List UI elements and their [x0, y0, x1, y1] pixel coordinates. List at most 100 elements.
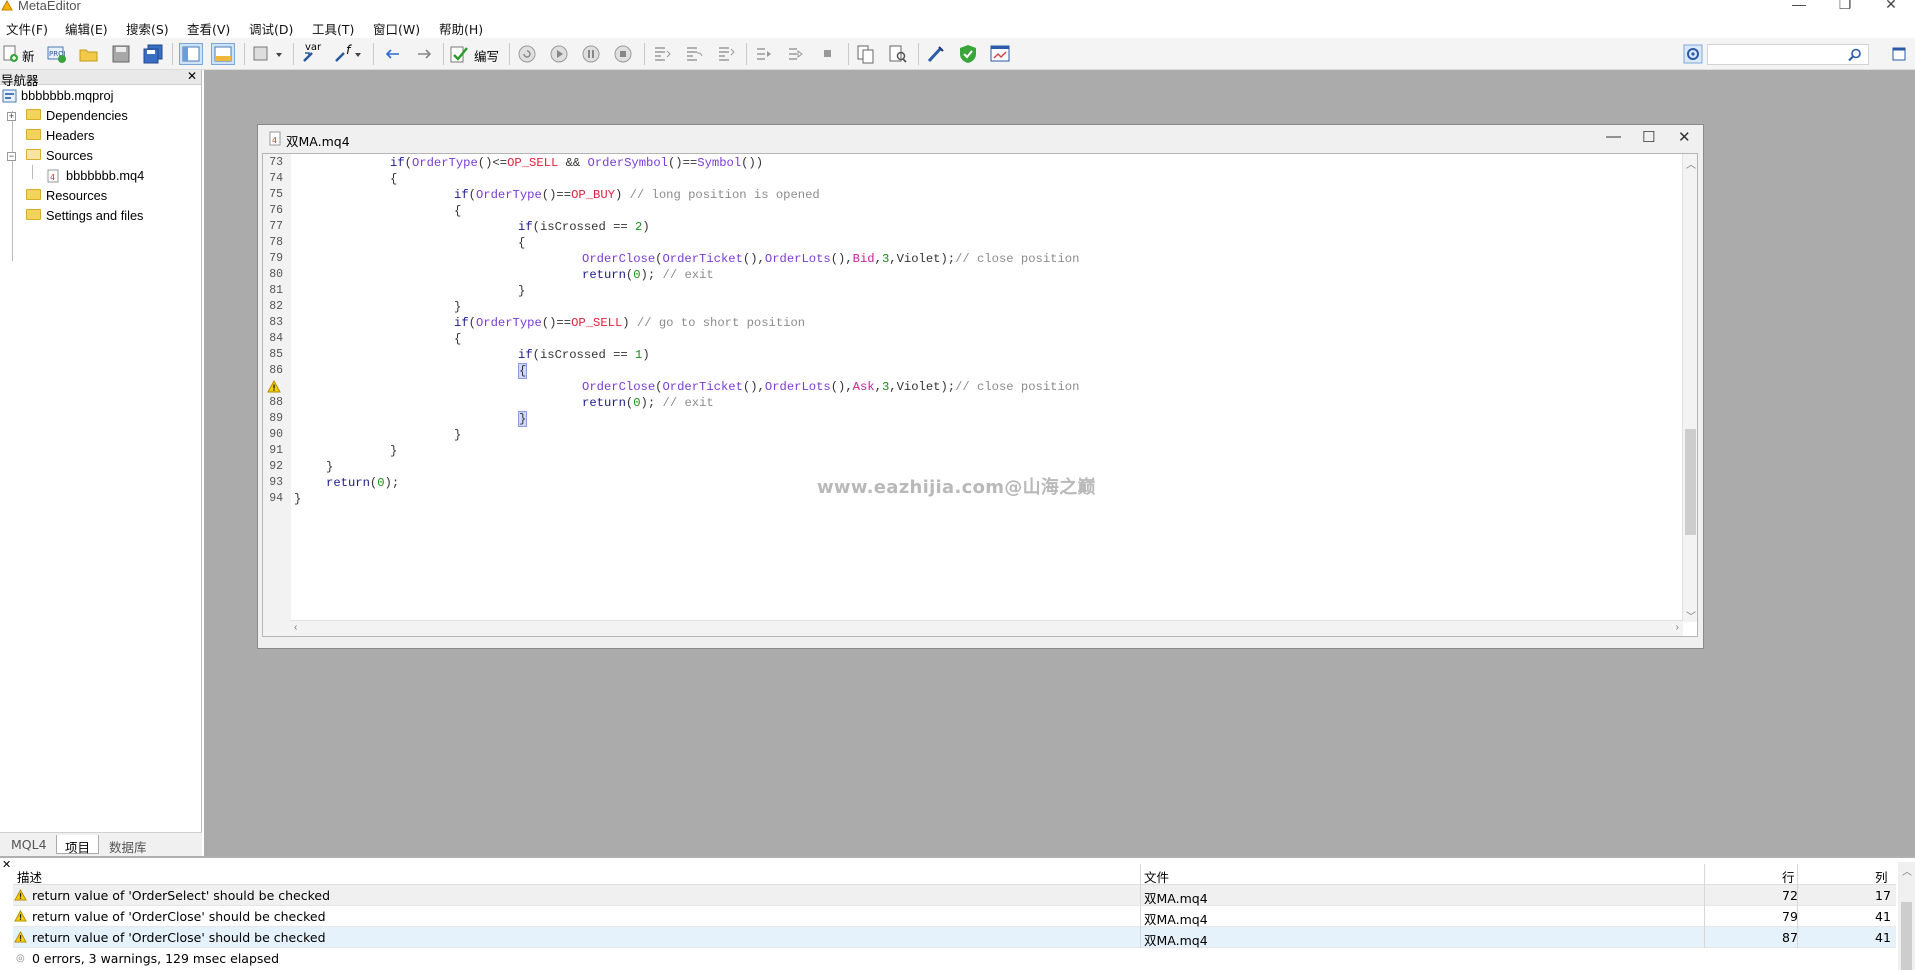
tree-item-settings[interactable]: Settings and files	[26, 207, 143, 225]
toolbar-separator	[373, 43, 374, 65]
line-number-gutter: 73 74 75 76 77 78 79 80 81 82 83 84 85 8…	[263, 154, 291, 636]
tree-item-dependencies[interactable]: Dependencies	[26, 107, 128, 125]
code-editor[interactable]: 73 74 75 76 77 78 79 80 81 82 83 84 85 8…	[262, 153, 1698, 637]
column-header-column[interactable]: 列	[1875, 867, 1888, 886]
menu-edit[interactable]: 编辑(E)	[65, 19, 108, 38]
menu-help[interactable]: 帮助(H)	[439, 19, 483, 38]
code-line: if(isCrossed == 1)	[518, 348, 650, 362]
scrollbar-thumb[interactable]	[1901, 902, 1912, 970]
market-button[interactable]	[957, 43, 979, 65]
save-all-icon	[143, 44, 163, 64]
compile-button-label[interactable]: 编写	[474, 46, 499, 65]
editor-vertical-scrollbar[interactable]: ︿ ﹀	[1682, 154, 1697, 623]
close-window-button[interactable]: ✕	[1868, 0, 1914, 12]
editor-horizontal-scrollbar[interactable]: ‹ ›	[291, 620, 1683, 636]
close-icon[interactable]: ✕	[2, 858, 11, 871]
step-into-button[interactable]	[651, 43, 673, 65]
table-row[interactable]: return value of 'OrderSelect' should be …	[13, 885, 1896, 906]
column-divider[interactable]	[1704, 864, 1705, 885]
tree-item-resources[interactable]: Resources	[26, 187, 107, 205]
tree-item-headers[interactable]: Headers	[26, 127, 94, 145]
line-number: 73	[269, 156, 283, 169]
chart-window-icon	[1892, 47, 1906, 61]
menu-debug[interactable]: 调试(D)	[249, 19, 293, 38]
search-icon[interactable]	[1848, 48, 1862, 62]
tab-mql4[interactable]: MQL4	[3, 835, 55, 854]
find-in-files-icon	[889, 45, 907, 63]
expand-icon[interactable]: +	[7, 112, 16, 121]
error-description: return value of 'OrderClose' should be c…	[32, 930, 326, 945]
column-divider[interactable]	[1140, 864, 1141, 885]
find-in-files-button[interactable]	[887, 43, 909, 65]
debug-start-button[interactable]	[548, 43, 570, 65]
open-folder-icon	[26, 149, 41, 161]
step-over-button[interactable]	[683, 43, 705, 65]
menu-search[interactable]: 搜索(S)	[126, 19, 169, 38]
new-file-button[interactable]	[2, 43, 20, 65]
arrow-left-icon	[385, 49, 399, 59]
step-out-button[interactable]	[715, 43, 737, 65]
mql5-cloud-button[interactable]	[925, 43, 947, 65]
column-header-description[interactable]: 描述	[17, 867, 42, 886]
tab-database[interactable]: 数据库	[101, 835, 155, 855]
table-row[interactable]: return value of 'OrderClose' should be c…	[13, 906, 1896, 927]
debug-pause-button[interactable]	[580, 43, 602, 65]
project-file-icon	[2, 89, 17, 103]
chevron-down-icon[interactable]: ﹀	[1686, 608, 1696, 623]
table-row-selected[interactable]: return value of 'OrderClose' should be c…	[13, 927, 1896, 948]
tree-item-mq4-file[interactable]: 4 bbbbbbb.mq4	[46, 167, 144, 185]
search-input[interactable]	[1707, 44, 1869, 65]
debug-real-data-button[interactable]	[516, 43, 538, 65]
new-button-label[interactable]: 新	[22, 46, 35, 65]
toolbar-separator	[848, 43, 849, 65]
navigator-toggle-button[interactable]	[179, 43, 203, 65]
new-project-button[interactable]: PROJ	[46, 43, 68, 65]
toolbar: 新 PROJ var f 编写	[0, 38, 1915, 70]
gear-icon	[1683, 44, 1703, 64]
editor-close-button[interactable]: ✕	[1678, 128, 1691, 146]
chevron-up-icon[interactable]: ︿	[1686, 156, 1696, 171]
debug-stop-button[interactable]	[612, 43, 634, 65]
menu-file[interactable]: 文件(F)	[6, 19, 48, 38]
toolbox-toggle-button[interactable]	[211, 43, 235, 65]
minimize-button[interactable]: —	[1776, 0, 1822, 12]
next-breakpoint-button[interactable]	[785, 43, 807, 65]
remove-breakpoints-button[interactable]	[817, 43, 839, 65]
column-divider[interactable]	[1797, 864, 1798, 885]
terminal-button[interactable]	[989, 43, 1011, 65]
close-icon[interactable]: ✕	[187, 69, 197, 83]
chart-window-icon	[990, 45, 1010, 62]
editor-maximize-button[interactable]: ☐	[1642, 128, 1655, 146]
scrollbar-thumb[interactable]	[1685, 429, 1696, 535]
save-all-button[interactable]	[142, 43, 164, 65]
save-button[interactable]	[110, 43, 132, 65]
editor-minimize-button[interactable]: —	[1606, 128, 1621, 145]
menu-window[interactable]: 窗口(W)	[373, 19, 420, 38]
navigate-back-button[interactable]	[382, 43, 404, 65]
collapse-icon[interactable]: −	[7, 152, 16, 161]
tab-project[interactable]: 项目	[56, 835, 100, 855]
menu-tools[interactable]: 工具(T)	[312, 19, 354, 38]
search-settings-button[interactable]	[1683, 43, 1703, 65]
new-file-icon	[3, 45, 18, 62]
open-button[interactable]	[78, 43, 100, 65]
line-number: 82	[269, 300, 283, 313]
menu-view[interactable]: 查看(V)	[187, 19, 230, 38]
profile-button[interactable]	[855, 43, 877, 65]
restore-button[interactable]: ❐	[1822, 0, 1868, 12]
search-options-button[interactable]	[1892, 44, 1906, 66]
chevron-up-icon[interactable]: ︿	[1902, 863, 1912, 878]
warning-icon[interactable]	[267, 380, 281, 393]
next-breakpoint-icon	[789, 48, 803, 60]
chevron-right-icon[interactable]: ›	[1676, 622, 1679, 633]
add-breakpoint-button[interactable]	[753, 43, 775, 65]
errors-vertical-scrollbar[interactable]: ︿	[1898, 862, 1915, 970]
column-header-file[interactable]: 文件	[1144, 867, 1169, 886]
column-header-line[interactable]: 行	[1782, 867, 1795, 886]
navigate-forward-button[interactable]	[413, 43, 435, 65]
new-project-icon: PROJ	[47, 46, 66, 63]
chevron-left-icon[interactable]: ‹	[294, 622, 297, 633]
tree-item-sources[interactable]: Sources	[26, 147, 93, 165]
tree-item-project[interactable]: bbbbbbb.mqproj	[2, 87, 114, 105]
styler-button[interactable]	[251, 43, 285, 65]
